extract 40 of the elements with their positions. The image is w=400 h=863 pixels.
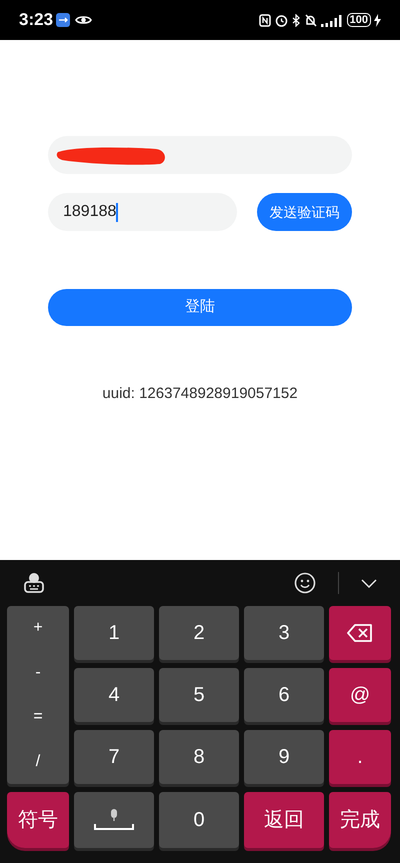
- phone-field[interactable]: [48, 136, 352, 174]
- keyboard-key[interactable]: 完成: [329, 792, 391, 848]
- nfc-icon: [258, 14, 271, 26]
- keyboard-globe-icon[interactable]: [23, 572, 45, 594]
- keyboard-key[interactable]: 0: [159, 792, 239, 848]
- keyboard-key[interactable]: 3: [244, 606, 324, 660]
- signal-icon: [320, 14, 343, 26]
- bluetooth-icon: [292, 14, 300, 26]
- keyboard-key[interactable]: 9: [244, 730, 324, 784]
- alarm-icon: [274, 14, 288, 26]
- symbol-key[interactable]: -: [7, 660, 69, 685]
- send-code-button[interactable]: 发送验证码: [257, 193, 352, 231]
- keyboard-key[interactable]: 返回: [244, 792, 324, 848]
- keyboard-key[interactable]: .: [329, 730, 391, 784]
- keyboard-key[interactable]: 8: [159, 730, 239, 784]
- emoji-icon[interactable]: [294, 572, 316, 594]
- symbol-key[interactable]: =: [7, 705, 69, 730]
- keyboard-key[interactable]: 符号: [7, 792, 69, 848]
- text-cursor: [116, 202, 118, 222]
- voice-space-icon[interactable]: [93, 809, 135, 831]
- backspace-icon[interactable]: [347, 624, 373, 642]
- muted-bell-icon: [304, 14, 317, 26]
- code-field[interactable]: 189188: [48, 193, 237, 231]
- keyboard-key[interactable]: @: [329, 668, 391, 722]
- uuid-text: uuid: 1263748928919057152: [101, 384, 299, 404]
- keyboard-key[interactable]: 2: [159, 606, 239, 660]
- keyboard-key[interactable]: 7: [74, 730, 154, 784]
- symbol-key[interactable]: /: [7, 750, 69, 774]
- keyboard-key[interactable]: 1: [74, 606, 154, 660]
- chevron-down-icon[interactable]: [361, 578, 377, 588]
- symbol-key[interactable]: +: [7, 616, 69, 640]
- status-time: 3:23: [19, 9, 54, 32]
- keyboard-key[interactable]: 6: [244, 668, 324, 722]
- keyboard-key[interactable]: 4: [74, 668, 154, 722]
- login-button[interactable]: 登陆: [48, 289, 352, 326]
- usb-icon: [56, 13, 70, 27]
- eye-icon: [75, 14, 92, 26]
- charging-icon: [374, 14, 381, 26]
- battery-level: 100: [346, 13, 371, 27]
- keyboard-key[interactable]: 5: [159, 668, 239, 722]
